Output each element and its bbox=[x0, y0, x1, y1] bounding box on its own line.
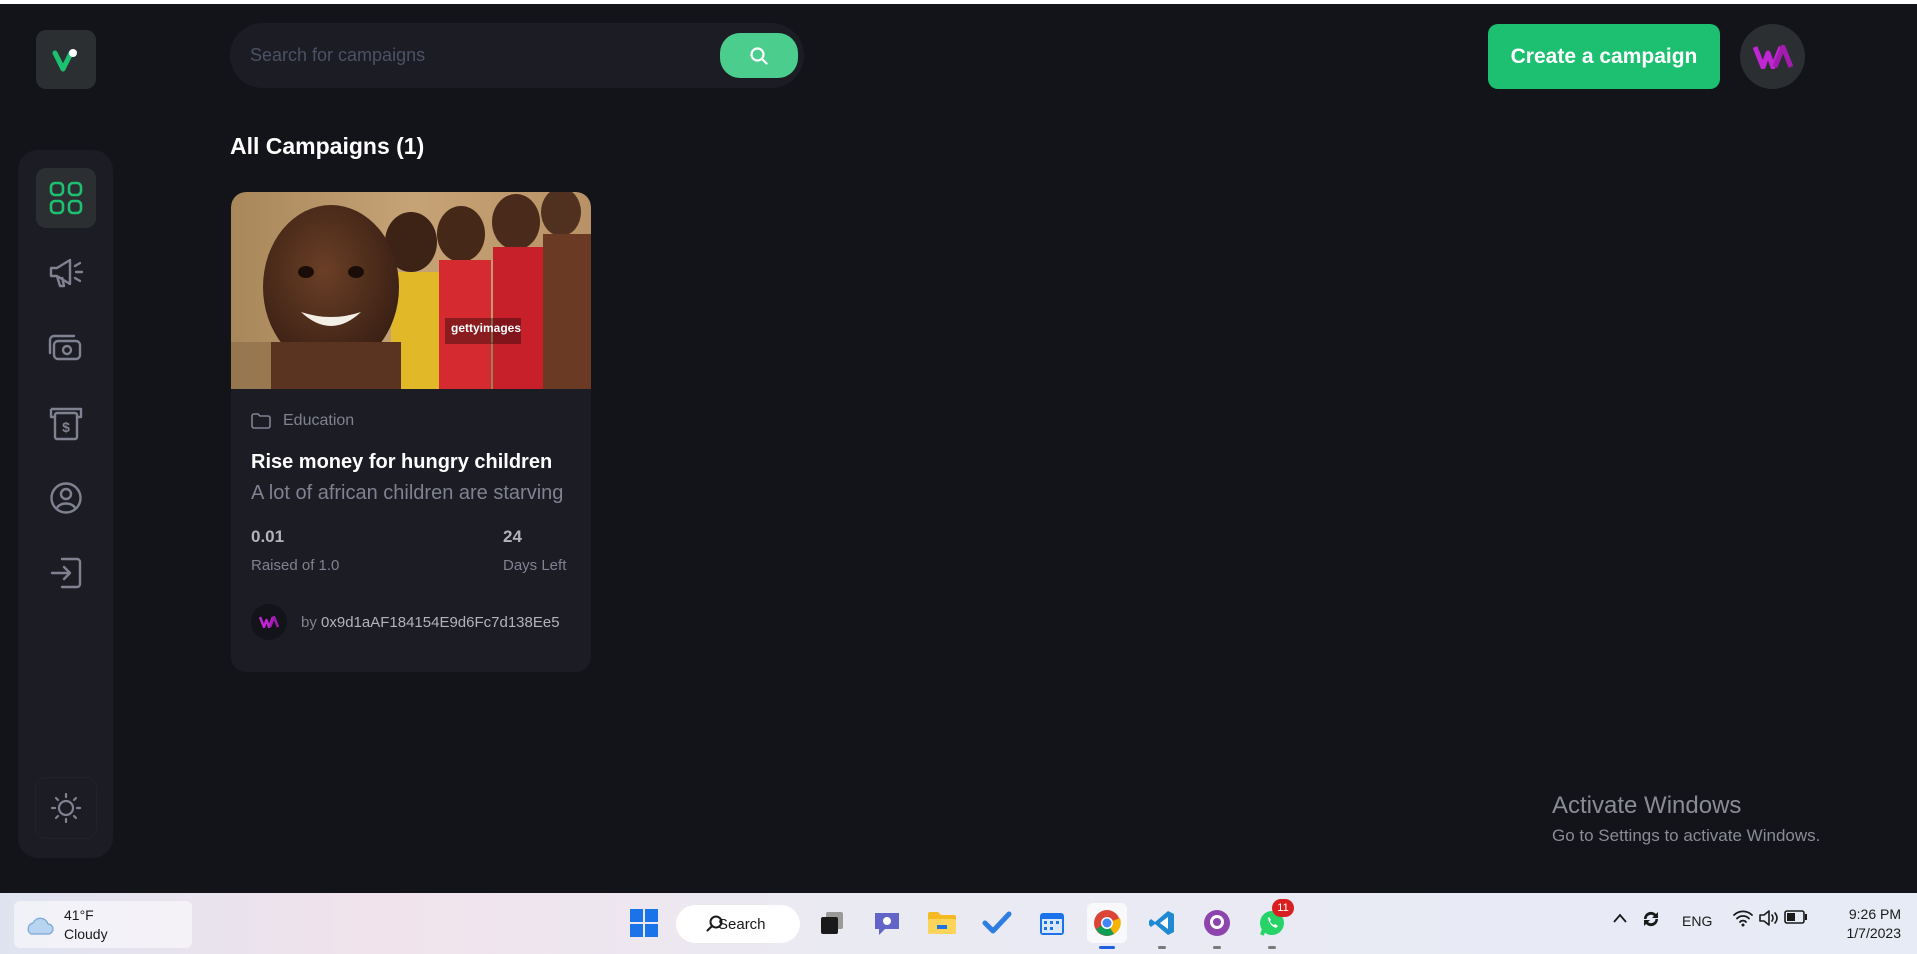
owner-prefix: by bbox=[301, 613, 322, 631]
activate-windows-watermark: Activate Windows Go to Settings to activ… bbox=[1552, 792, 1820, 846]
chrome-icon bbox=[1094, 910, 1121, 936]
start-button[interactable] bbox=[624, 903, 664, 943]
sidebar-item-logout[interactable] bbox=[36, 543, 96, 603]
todo-app-button[interactable] bbox=[977, 903, 1017, 943]
window-top-edge bbox=[0, 0, 1917, 4]
campaign-image: gettyimages bbox=[231, 192, 591, 389]
battery-icon bbox=[1784, 910, 1807, 924]
chrome-button[interactable] bbox=[1087, 903, 1127, 949]
logout-icon bbox=[50, 557, 82, 589]
app-logo[interactable] bbox=[36, 30, 96, 89]
taskbar-search[interactable]: Search bbox=[676, 905, 800, 943]
sidebar: $ bbox=[18, 150, 113, 858]
windows-taskbar: 41°F Cloudy Search 11 ENG 9:26 PM 1/7/20… bbox=[0, 893, 1917, 954]
github-icon bbox=[1204, 910, 1230, 936]
search-icon bbox=[750, 46, 768, 65]
sidebar-item-withdraw[interactable]: $ bbox=[36, 393, 96, 453]
image-watermark: gettyimages bbox=[451, 321, 521, 335]
profile-icon bbox=[50, 482, 82, 514]
withdraw-icon: $ bbox=[49, 407, 83, 441]
running-app-indicator bbox=[1158, 946, 1166, 949]
campaign-owner: by 0x9d1aAF184154E9d6Fc7d138Ee5 bbox=[251, 604, 571, 640]
page-title: All Campaigns (1) bbox=[230, 133, 425, 159]
checkmark-icon bbox=[982, 911, 1012, 934]
taskbar-search-label: Search bbox=[718, 915, 766, 933]
windows-start-icon bbox=[630, 909, 658, 937]
task-view-button[interactable] bbox=[812, 903, 852, 943]
wifi-button[interactable] bbox=[1732, 909, 1754, 930]
task-view-icon bbox=[821, 912, 843, 934]
folder-icon bbox=[251, 413, 271, 429]
clock-time: 9:26 PM bbox=[1848, 906, 1901, 922]
vscode-button[interactable] bbox=[1142, 903, 1182, 949]
system-clock[interactable]: 9:26 PM 1/7/2023 bbox=[1836, 905, 1902, 943]
campaign-stats: 0.01 Raised of 1.0 24 Days Left bbox=[251, 527, 571, 574]
clock-date: 1/7/2023 bbox=[1846, 925, 1902, 941]
sidebar-item-campaigns[interactable] bbox=[36, 243, 96, 303]
megaphone-icon bbox=[49, 258, 84, 288]
activate-windows-title: Activate Windows bbox=[1552, 792, 1742, 819]
raised-label: Raised of 1.0 bbox=[251, 557, 340, 574]
folder-icon bbox=[928, 912, 956, 934]
raised-stat: 0.01 Raised of 1.0 bbox=[251, 527, 339, 574]
search-icon bbox=[706, 915, 723, 932]
whatsapp-button[interactable]: 11 bbox=[1252, 899, 1294, 949]
sidebar-item-payment[interactable] bbox=[36, 318, 96, 378]
sync-icon bbox=[1643, 911, 1659, 927]
days-left-value: 24 bbox=[503, 527, 522, 546]
campaign-title: Rise money for hungry children bbox=[251, 451, 553, 473]
wallet-logo-icon bbox=[1752, 44, 1793, 69]
language-indicator[interactable]: ENG bbox=[1682, 913, 1712, 929]
volume-icon bbox=[1759, 910, 1778, 926]
owner-address: 0x9d1aAF184154E9d6Fc7d138Ee5 bbox=[321, 613, 560, 631]
campaign-description: A lot of african children are starving bbox=[251, 482, 564, 504]
calendar-app-button[interactable] bbox=[1032, 903, 1072, 943]
children-photo: gettyimages bbox=[231, 192, 591, 389]
theme-toggle-button[interactable] bbox=[36, 778, 96, 838]
dashboard-icon bbox=[49, 181, 83, 215]
cloud-icon bbox=[27, 917, 54, 935]
raised-value: 0.01 bbox=[251, 527, 285, 546]
activate-windows-subtitle: Go to Settings to activate Windows. bbox=[1552, 826, 1821, 845]
user-avatar[interactable] bbox=[1740, 24, 1805, 89]
campaign-search-bar bbox=[230, 23, 804, 88]
chevron-up-icon bbox=[1613, 913, 1627, 923]
owner-address-line: by 0x9d1aAF184154E9d6Fc7d138Ee5 bbox=[301, 614, 565, 631]
category-label: Education bbox=[283, 412, 355, 429]
github-desktop-button[interactable] bbox=[1197, 903, 1237, 949]
weather-temperature: 41°F bbox=[64, 906, 94, 923]
owner-avatar bbox=[251, 604, 287, 640]
volume-button[interactable] bbox=[1758, 909, 1780, 930]
sidebar-item-dashboard[interactable] bbox=[36, 168, 96, 228]
logo-mark-icon bbox=[52, 48, 77, 71]
vscode-icon bbox=[1149, 911, 1174, 935]
file-explorer-button[interactable] bbox=[922, 903, 962, 943]
notification-badge: 11 bbox=[1272, 899, 1294, 917]
campaign-category: Education bbox=[251, 411, 571, 431]
wallet-logo-icon bbox=[259, 616, 279, 628]
payment-icon bbox=[48, 334, 82, 361]
days-left-stat: 24 Days Left bbox=[503, 527, 571, 574]
search-button[interactable] bbox=[720, 33, 798, 78]
svg-text:$: $ bbox=[62, 419, 70, 435]
weather-description: Cloudy bbox=[64, 925, 108, 942]
active-app-indicator bbox=[1099, 946, 1115, 949]
weather-widget[interactable]: 41°F Cloudy bbox=[14, 901, 192, 948]
battery-button[interactable] bbox=[1784, 910, 1808, 927]
create-campaign-button[interactable]: Create a campaign bbox=[1488, 24, 1720, 89]
show-hidden-icons-button[interactable] bbox=[1612, 911, 1628, 927]
days-left-label: Days Left bbox=[503, 557, 567, 574]
running-app-indicator bbox=[1213, 946, 1221, 949]
wifi-icon bbox=[1733, 910, 1753, 927]
teams-chat-button[interactable] bbox=[867, 903, 907, 943]
running-app-indicator bbox=[1268, 946, 1276, 949]
campaign-card[interactable]: gettyimages Education Rise money for hun… bbox=[231, 192, 591, 672]
sidebar-item-profile[interactable] bbox=[36, 468, 96, 528]
sun-icon bbox=[50, 792, 82, 824]
sync-tray-button[interactable] bbox=[1640, 908, 1662, 933]
teams-chat-icon bbox=[875, 913, 899, 935]
search-input[interactable] bbox=[250, 45, 720, 66]
calendar-icon bbox=[1040, 913, 1064, 935]
